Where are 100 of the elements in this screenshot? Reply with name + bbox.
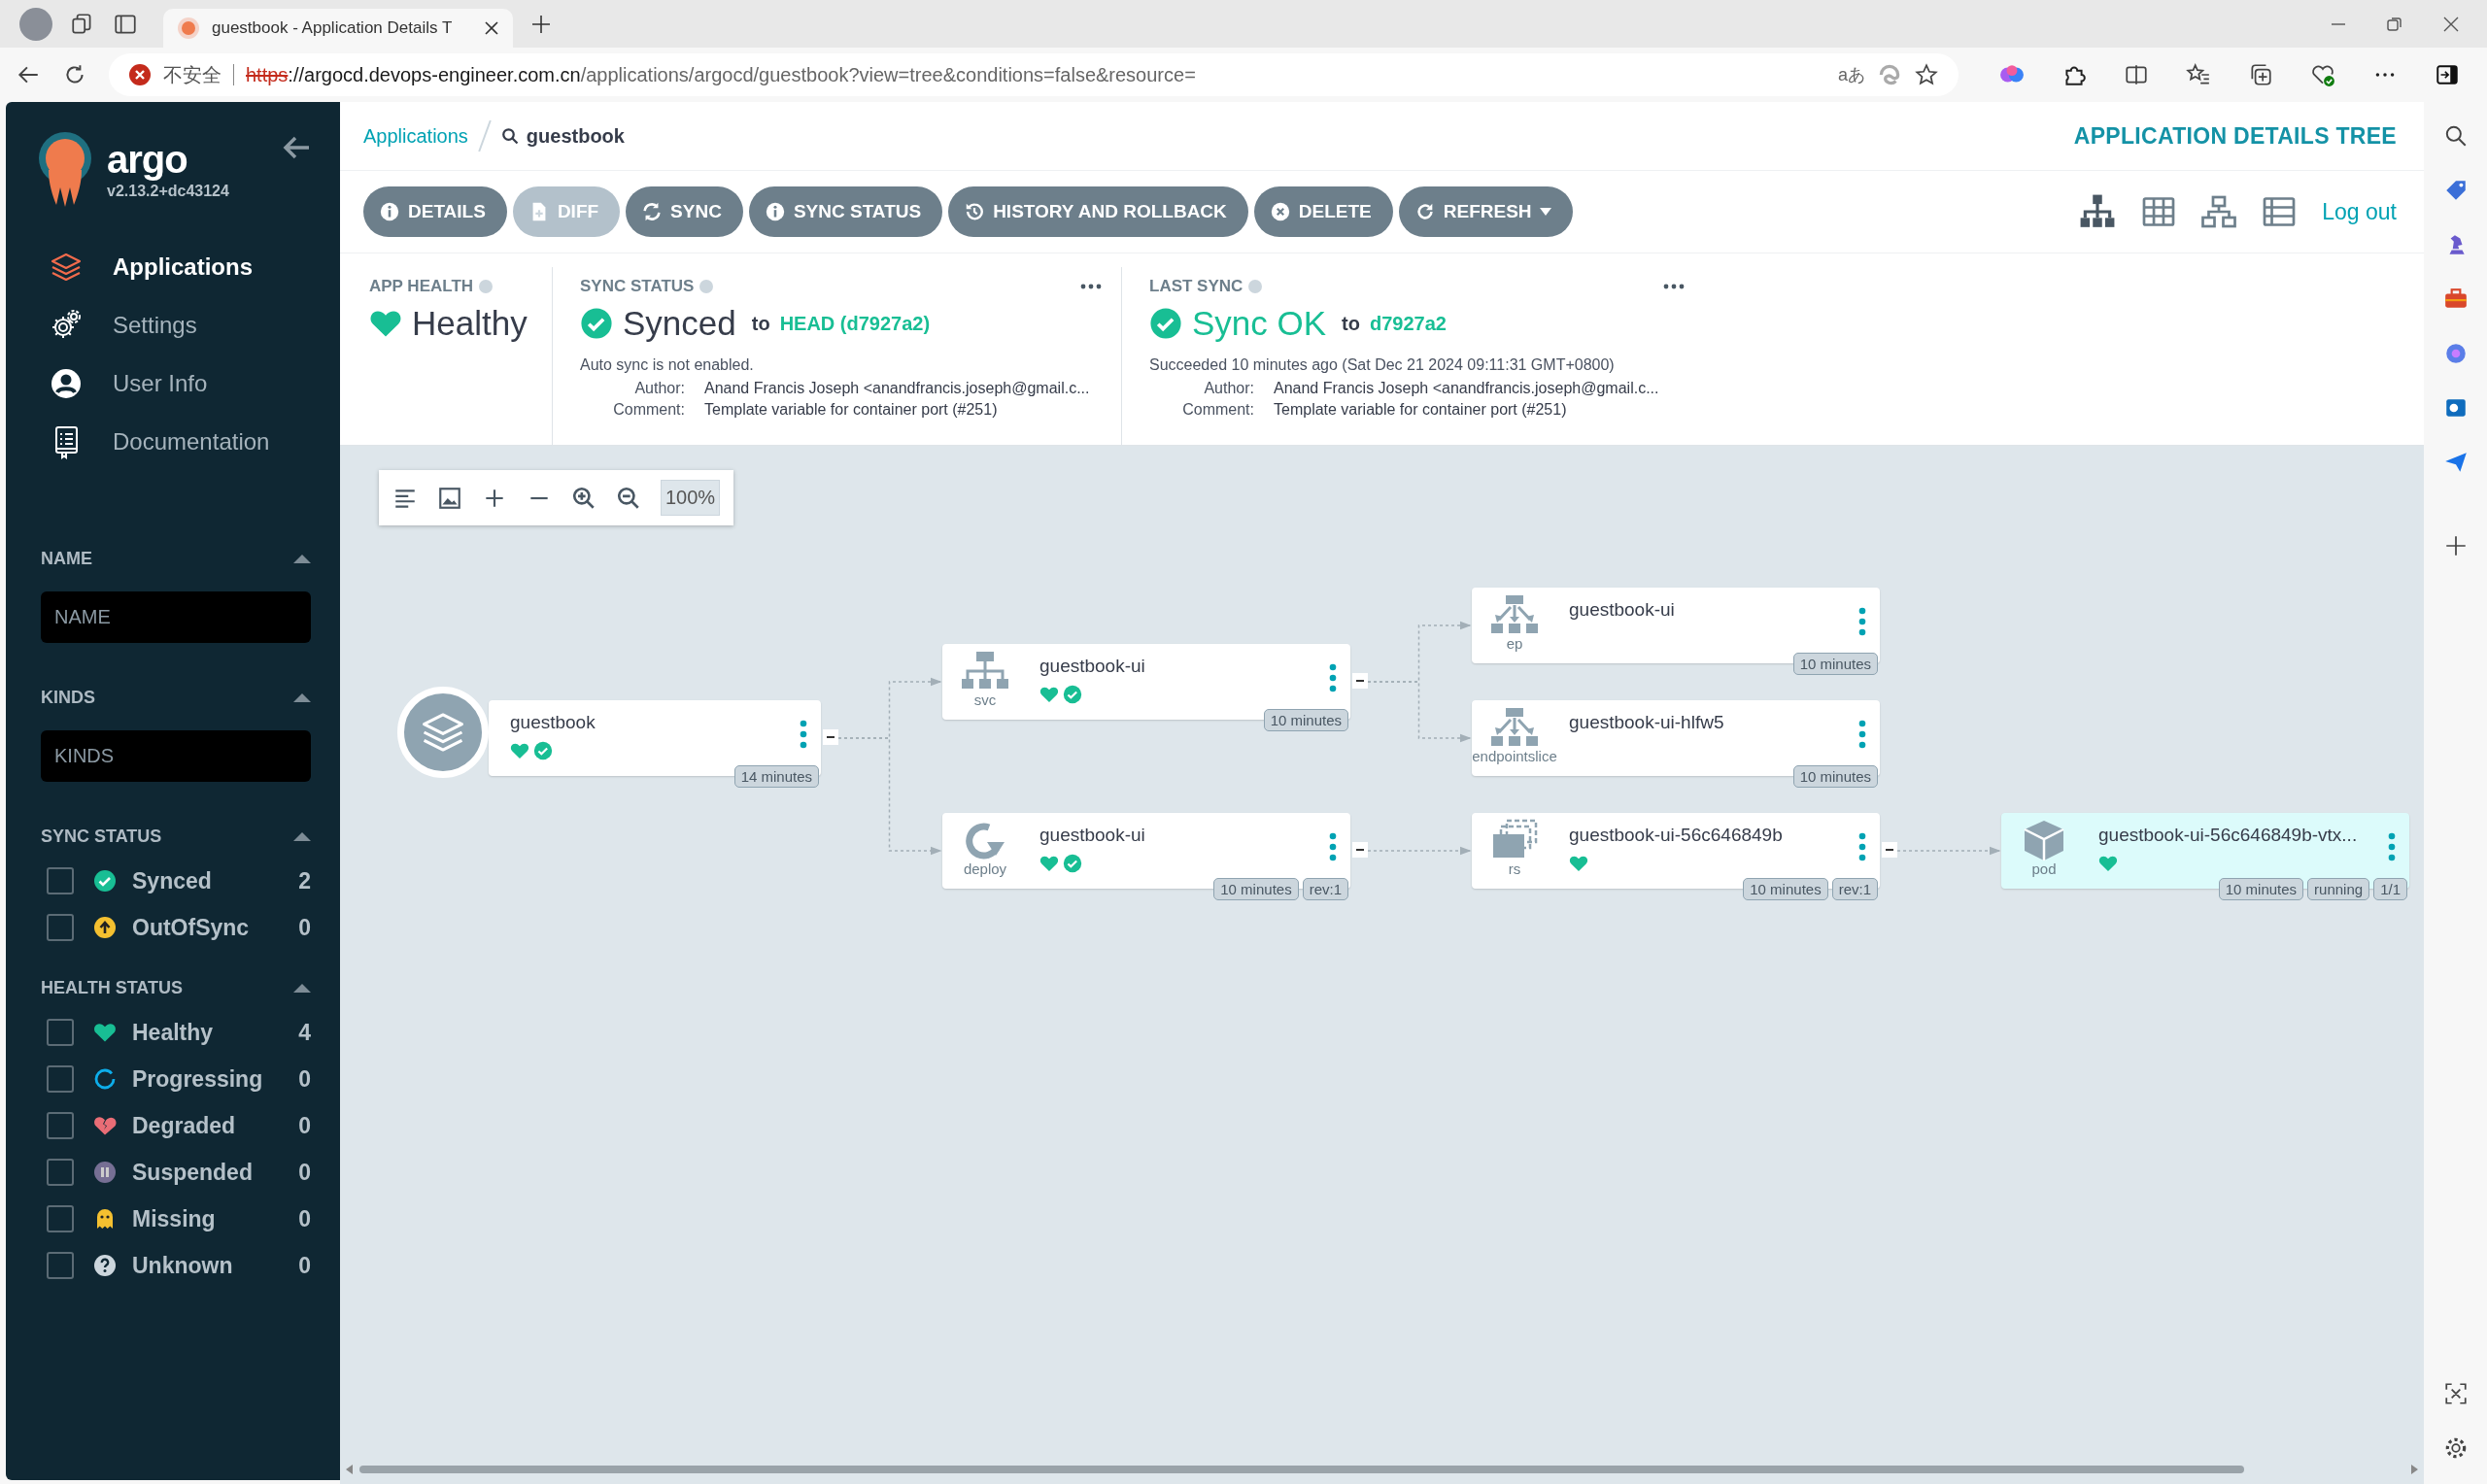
info-icon: [764, 201, 786, 222]
browser-tab[interactable]: guestbook - Application Details T: [163, 9, 513, 48]
status-note: Succeeded 10 minutes ago (Sat Dec 21 2024 09:11:31 GMT+0800): [1149, 356, 1616, 374]
tree-view-icon[interactable]: [2079, 193, 2117, 230]
filter-count: 4: [298, 1019, 311, 1046]
restore-icon[interactable]: [2386, 15, 2403, 33]
collapse-caret[interactable]: [293, 983, 311, 993]
checkbox[interactable]: [47, 914, 74, 941]
screenshot-icon[interactable]: [2442, 1381, 2469, 1406]
filter-count: 0: [298, 1112, 311, 1139]
close-icon[interactable]: [2442, 15, 2460, 33]
kebab-menu-button[interactable]: [800, 720, 807, 749]
kebab-menu-button[interactable]: [1858, 720, 1866, 749]
filter-label: Degraded: [132, 1112, 237, 1139]
filter-count: 2: [298, 867, 311, 894]
split-screen-icon[interactable]: [2124, 62, 2149, 87]
checkbox[interactable]: [47, 1019, 74, 1046]
checkbox[interactable]: [47, 1065, 74, 1093]
security-label: 不安全: [163, 62, 221, 87]
close-circle-icon: [1269, 201, 1291, 222]
filter-count: 0: [298, 1205, 311, 1232]
favicon-icon: [177, 17, 200, 40]
action-button[interactable]: SYNC: [626, 186, 743, 237]
checkbox[interactable]: [47, 1112, 74, 1139]
address-bar[interactable]: 不安全 https://argocd.devops-engineer.com.cn/applications/argocd/guestbook?view=tree&conditions=false&resource= aあ: [109, 53, 1959, 96]
broken-heart-icon: [93, 1114, 117, 1137]
list-view-icon[interactable]: [2262, 194, 2298, 229]
resource-type: deploy: [963, 861, 1007, 878]
action-button[interactable]: REFRESH: [1398, 186, 1573, 237]
zoom-in-icon[interactable]: [571, 485, 596, 511]
user-icon: [49, 366, 84, 401]
info-badge: 1/1: [2373, 878, 2407, 900]
translate-button[interactable]: aあ: [1838, 63, 1865, 86]
collections-icon[interactable]: [2248, 62, 2273, 87]
collapse-button[interactable]: [1882, 842, 1897, 858]
section-title: APP HEALTH: [369, 277, 474, 296]
network-view-icon[interactable]: [2201, 194, 2237, 229]
check-circle-icon: [1149, 307, 1182, 340]
kebab-menu-button[interactable]: [1858, 832, 1866, 861]
warning-icon: [128, 63, 152, 86]
kebab-menu-button[interactable]: [1329, 663, 1337, 692]
url-text: https://argocd.devops-engineer.com.cn/applications/argocd/guestbook?view=tree&conditions=false&resource=: [246, 63, 1197, 86]
checkbox[interactable]: [47, 1205, 74, 1232]
progress-ring-icon: [93, 1067, 117, 1091]
info-badge: 14 minutes: [733, 765, 819, 788]
checkbox[interactable]: [47, 867, 74, 894]
collapse-caret[interactable]: [293, 831, 311, 841]
info-badge: 10 minutes: [1743, 878, 1828, 900]
collapse-caret[interactable]: [293, 692, 311, 702]
nav-item[interactable]: Documentation: [6, 419, 340, 465]
detail-label: Author:: [1203, 380, 1254, 397]
back-arrow-icon[interactable]: [282, 135, 311, 160]
kebab-menu-button[interactable]: [1858, 607, 1866, 636]
status-value: Sync OK: [1192, 304, 1327, 343]
action-button[interactable]: DELETE: [1253, 186, 1393, 237]
close-icon[interactable]: [484, 20, 499, 36]
collapse-caret[interactable]: [293, 554, 311, 563]
zoom-level: 100%: [661, 480, 721, 516]
heart-icon: [93, 1021, 117, 1044]
resource-type: svc: [973, 692, 997, 709]
kebab-menu-button[interactable]: [1329, 832, 1337, 861]
grid-view-icon[interactable]: [2141, 194, 2177, 229]
question-circle-icon: [93, 1254, 117, 1277]
kebab-menu-button[interactable]: [2388, 832, 2396, 861]
detail-label: Comment:: [1181, 401, 1254, 419]
profile-avatar[interactable]: [19, 7, 52, 41]
nav-item[interactable]: Settings: [6, 302, 340, 349]
zoom-out-icon[interactable]: [616, 485, 641, 511]
section-title: SYNC STATUS: [580, 277, 695, 296]
status-note: Auto sync is not enabled.: [580, 356, 755, 374]
filter-input[interactable]: NAME: [41, 591, 311, 643]
filter-label: Synced: [132, 867, 213, 894]
favorites-icon[interactable]: [2186, 62, 2211, 87]
action-button[interactable]: SYNC STATUS: [748, 186, 943, 237]
detail-label: Comment:: [612, 401, 685, 419]
fit-image-icon[interactable]: [437, 485, 462, 511]
nav-item[interactable]: User Info: [6, 360, 340, 407]
section-title: LAST SYNC: [1149, 277, 1244, 296]
collapse-button[interactable]: [1352, 673, 1368, 689]
sidebar-toggle-icon[interactable]: [2435, 62, 2460, 87]
resource-type: endpointslice: [1472, 749, 1557, 765]
new-tab-icon[interactable]: [530, 13, 552, 35]
star-icon[interactable]: [1914, 62, 1939, 87]
nav-item[interactable]: Applications: [6, 244, 340, 290]
more-icon[interactable]: [1663, 284, 1685, 289]
checkbox[interactable]: [47, 1159, 74, 1186]
resource-name: guestbook-ui-56c646849b: [1569, 825, 1783, 846]
version-label: v2.13.2+dc43124: [107, 183, 229, 200]
resource-name: guestbook-ui-hlfw5: [1569, 712, 1724, 733]
collapse-button[interactable]: [1352, 842, 1368, 858]
checkbox[interactable]: [47, 1252, 74, 1279]
filter-input[interactable]: KINDS: [41, 730, 311, 782]
scrollbar[interactable]: [344, 1463, 2420, 1476]
filter-count: 0: [298, 1252, 311, 1279]
action-button[interactable]: DETAILS: [363, 186, 507, 237]
more-icon[interactable]: [1080, 284, 1102, 289]
collapse-button[interactable]: [823, 729, 838, 745]
info-badge: 10 minutes: [1213, 878, 1299, 900]
action-button[interactable]: HISTORY AND ROLLBACK: [948, 186, 1248, 237]
detail-value: Anand Francis Joseph <anandfrancis.joseph@gmail.c...: [704, 380, 1091, 397]
